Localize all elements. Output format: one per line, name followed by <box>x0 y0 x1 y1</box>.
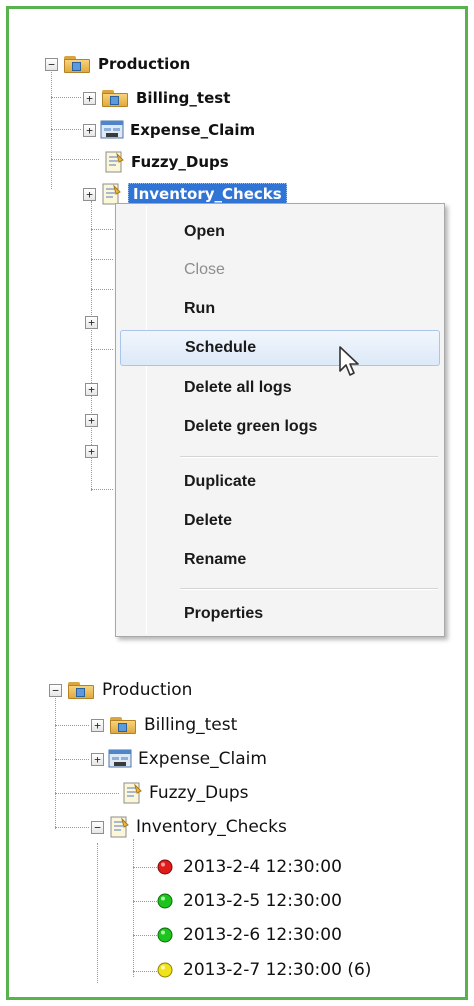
tree-expander-hidden[interactable]: + <box>85 374 102 404</box>
tree-expander-hidden[interactable]: + <box>85 436 102 466</box>
log-entry-label: 2013-2-4 12:30:00 <box>183 857 342 877</box>
expand-icon[interactable]: + <box>83 187 96 201</box>
tree-node-expense-claim[interactable]: + Expense_Claim <box>91 744 267 774</box>
tree-node-production[interactable]: − Production <box>45 49 190 79</box>
log-entry[interactable]: 2013-2-7 12:30:00 (6) <box>157 955 371 985</box>
menu-item-label: Properties <box>184 605 264 622</box>
menu-item-properties[interactable]: Properties <box>120 596 440 632</box>
log-entry[interactable]: 2013-2-5 12:30:00 <box>157 886 342 916</box>
menu-item-label: Close <box>184 261 225 278</box>
folder-icon <box>100 88 130 108</box>
tree-node-label: Production <box>102 680 193 700</box>
status-green-icon <box>157 927 173 943</box>
status-red-icon <box>157 859 173 875</box>
tree-node-label: Production <box>98 55 191 73</box>
tree-node-production[interactable]: − Production <box>49 675 192 705</box>
tree-node-inventory-checks[interactable]: − Inventory_Checks <box>91 812 287 842</box>
tree-connector <box>55 793 119 794</box>
tree-connector <box>51 97 81 98</box>
screenshot-frame: + + + + − Production + Billing_test + Ex… <box>6 6 468 1000</box>
tree-connector <box>51 129 81 130</box>
collapse-icon[interactable]: − <box>49 683 62 697</box>
status-yellow-icon <box>157 962 173 978</box>
application-icon <box>108 748 132 770</box>
menu-item-duplicate[interactable]: Duplicate <box>120 464 440 500</box>
menu-separator <box>180 588 438 590</box>
menu-item-label: Delete green logs <box>184 418 318 435</box>
tree-node-label: Expense_Claim <box>138 749 267 769</box>
tree-connector <box>133 901 157 902</box>
menu-item-label: Schedule <box>185 339 257 356</box>
mouse-pointer-icon <box>337 345 365 379</box>
menu-item-delete[interactable]: Delete <box>120 503 440 539</box>
log-entry-label: 2013-2-6 12:30:00 <box>183 925 342 945</box>
context-menu: Open Close Run Schedule Delete all logs … <box>115 203 445 637</box>
tree-node-label: Billing_test <box>136 89 231 107</box>
menu-item-open[interactable]: Open <box>120 214 440 250</box>
menu-item-label: Open <box>184 223 225 240</box>
menu-item-rename[interactable]: Rename <box>120 542 440 578</box>
tree-node-label-selected: Inventory_Checks <box>128 183 287 205</box>
application-icon <box>100 119 124 141</box>
folder-icon <box>62 54 92 74</box>
expand-icon[interactable]: + <box>91 718 104 732</box>
tree-node-label: Fuzzy_Dups <box>149 783 249 803</box>
tree-node-label: Fuzzy_Dups <box>131 153 229 171</box>
tree-node-billing-test[interactable]: + Billing_test <box>83 83 230 113</box>
tree-connector <box>51 159 99 160</box>
tree-node-billing-test[interactable]: + Billing_test <box>91 710 237 740</box>
log-entry-label: 2013-2-5 12:30:00 <box>183 891 342 911</box>
log-entry[interactable]: 2013-2-4 12:30:00 <box>157 852 342 882</box>
menu-item-label: Delete <box>184 512 233 529</box>
script-document-icon <box>103 150 125 174</box>
tree-connector <box>55 827 89 828</box>
tree-node-fuzzy-dups[interactable]: Fuzzy_Dups <box>103 147 229 177</box>
tree-connector <box>91 229 113 230</box>
status-green-icon <box>157 893 173 909</box>
tree-connector <box>97 843 98 983</box>
tree-connector <box>91 289 113 290</box>
menu-item-label: Run <box>184 300 216 317</box>
menu-item-schedule[interactable]: Schedule <box>120 330 440 366</box>
tree-expander-hidden[interactable]: + <box>85 405 102 435</box>
tree-connector <box>55 759 89 760</box>
menu-separator <box>180 456 438 458</box>
tree-node-expense-claim[interactable]: + Expense_Claim <box>83 115 255 145</box>
menu-item-delete-all-logs[interactable]: Delete all logs <box>120 370 440 406</box>
tree-connector <box>91 489 113 490</box>
script-document-icon <box>121 781 143 805</box>
tree-connector <box>91 349 113 350</box>
menu-item-label: Delete all logs <box>184 379 292 396</box>
tree-expander-hidden[interactable]: + <box>85 307 102 337</box>
collapse-icon[interactable]: − <box>45 57 58 71</box>
collapse-icon[interactable]: − <box>91 820 104 834</box>
expand-icon[interactable]: + <box>83 123 96 137</box>
menu-item-label: Rename <box>184 551 247 568</box>
tree-connector <box>55 725 89 726</box>
menu-item-close[interactable]: Close <box>120 252 440 288</box>
tree-connector <box>91 259 113 260</box>
menu-item-label: Duplicate <box>184 473 257 490</box>
menu-item-delete-green-logs[interactable]: Delete green logs <box>120 409 440 445</box>
tree-node-label: Inventory_Checks <box>136 817 287 837</box>
menu-item-run[interactable]: Run <box>120 291 440 327</box>
folder-icon <box>66 680 96 700</box>
tree-connector <box>133 971 157 972</box>
log-entry[interactable]: 2013-2-6 12:30:00 <box>157 920 342 950</box>
tree-connector <box>133 867 157 868</box>
expand-icon[interactable]: + <box>91 752 104 766</box>
tree-node-label: Billing_test <box>144 715 238 735</box>
tree-connector <box>133 935 157 936</box>
expand-icon[interactable]: + <box>83 91 96 105</box>
log-entry-label: 2013-2-7 12:30:00 (6) <box>183 960 372 980</box>
tree-connector <box>55 693 56 829</box>
tree-node-label: Expense_Claim <box>130 121 256 139</box>
script-document-icon <box>108 815 130 839</box>
tree-connector <box>133 839 134 977</box>
tree-node-fuzzy-dups[interactable]: Fuzzy_Dups <box>121 778 249 808</box>
folder-icon <box>108 715 138 735</box>
